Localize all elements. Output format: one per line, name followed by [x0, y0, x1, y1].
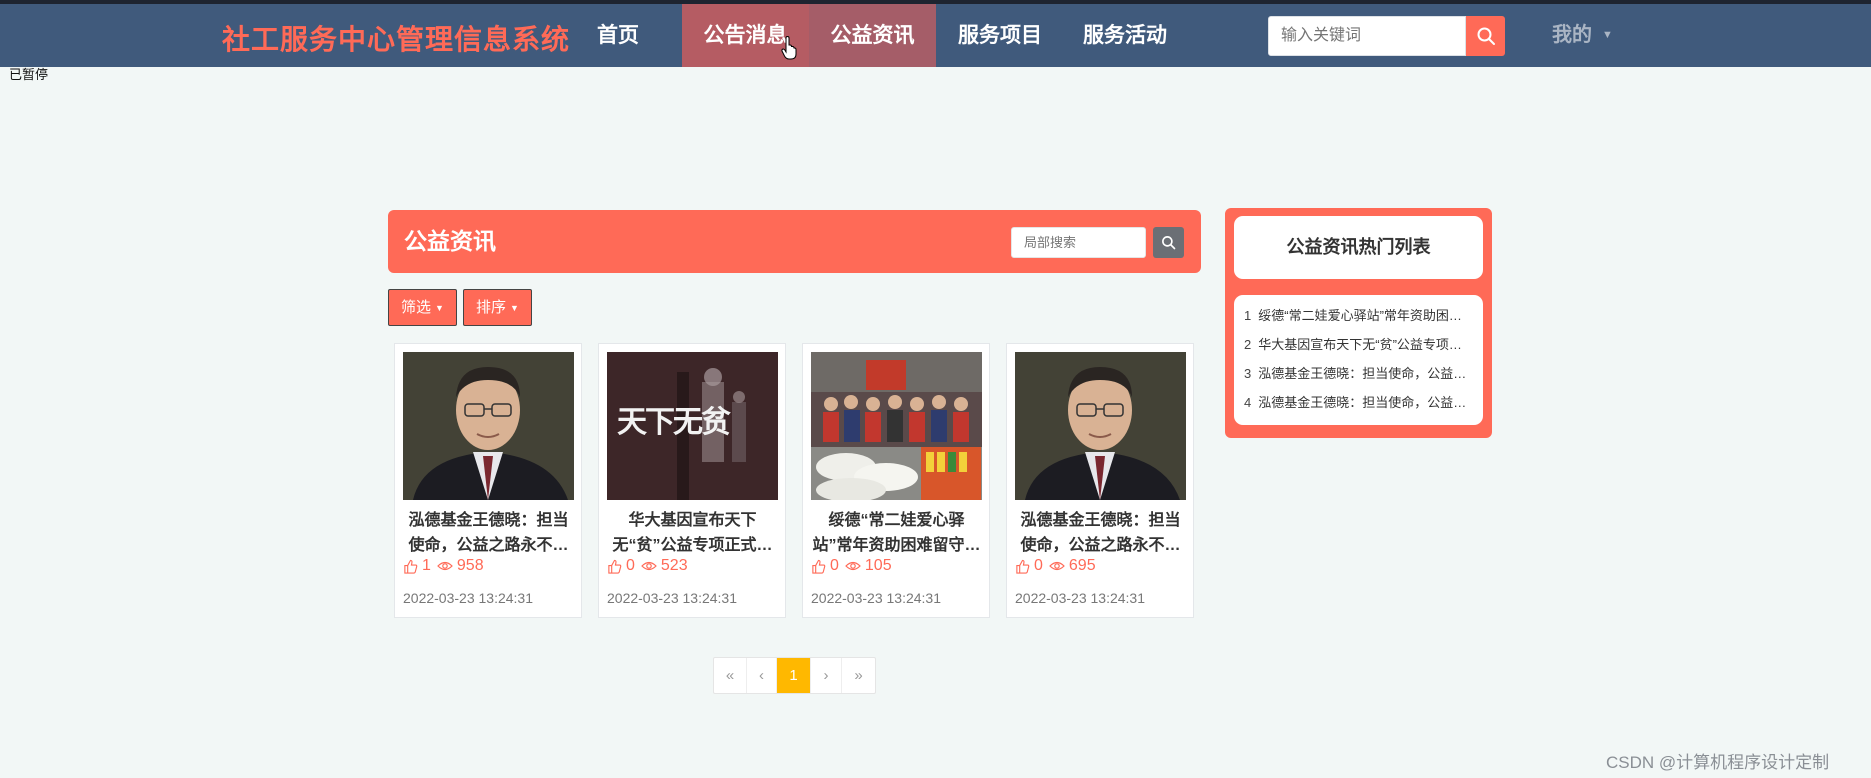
nav-item-service-activities[interactable]: 服务活动	[1075, 4, 1175, 67]
pagination: « ‹ 1 › »	[713, 657, 876, 694]
hot-list-item-label: 泓德基金王德晓：担当使命，公益之路永不停歇	[1258, 395, 1483, 410]
poster-text: 天下无贫	[617, 405, 731, 440]
view-count: 695	[1068, 557, 1096, 574]
mine-dropdown[interactable]: 我的 ▼	[1552, 4, 1613, 67]
page-prev-button[interactable]: ‹	[747, 658, 777, 693]
hot-list-item-label: 泓德基金王德晓：担当使命，公益之路永不停歇	[1258, 366, 1483, 381]
top-navbar: 社工服务中心管理信息系统 首页 公告消息 公益资讯 服务项目 服务活动 我的▼	[0, 4, 1871, 67]
panel-header: 公益资讯	[388, 210, 1201, 273]
eye-icon	[437, 561, 453, 571]
hot-list-item[interactable]: 3 泓德基金王德晓：担当使命，公益之路永不停歇	[1234, 359, 1483, 388]
hot-list-item[interactable]: 2 华大基因宣布天下无“贫”公益专项正式启动	[1234, 330, 1483, 359]
news-thumbnail[interactable]	[403, 352, 574, 500]
sort-label: 排序	[476, 299, 507, 316]
news-stats: 1 958	[403, 557, 484, 575]
chevron-down-icon: ▼	[435, 302, 444, 313]
hot-list-item-number: 2	[1244, 337, 1252, 352]
hot-list: 1 绥德“常二娃爱心驿站”常年资助困难留守儿童 2 华大基因宣布天下无“贫”公益专项…	[1234, 295, 1483, 425]
nav-item-home[interactable]: 首页	[578, 4, 658, 67]
eye-icon	[1049, 561, 1065, 571]
page-title: 公益资讯	[404, 228, 496, 254]
thumbs-up-icon[interactable]	[607, 559, 622, 574]
news-card[interactable]: 泓德基金王德晓：担当使命，公益之路永不停歇 1 958 2022-03-23 1…	[394, 343, 582, 618]
news-title[interactable]: 泓德基金王德晓：担当使命，公益之路永不停歇	[1015, 508, 1186, 558]
page-number-current[interactable]: 1	[777, 658, 811, 693]
hot-list-item-number: 4	[1244, 395, 1252, 410]
news-thumbnail[interactable]	[811, 352, 982, 500]
chevron-down-icon: ▼	[510, 302, 519, 313]
filter-dropdown-button[interactable]: 筛选 ▼	[388, 289, 457, 326]
paused-label: 已暂停	[9, 67, 49, 82]
chevron-down-icon: ▼	[1602, 29, 1613, 42]
view-count: 105	[864, 557, 892, 574]
like-count: 0	[830, 557, 839, 574]
portrait-image	[403, 352, 574, 500]
thumbs-up-icon[interactable]	[811, 559, 826, 574]
hot-list-item[interactable]: 1 绥德“常二娃爱心驿站”常年资助困难留守儿童	[1234, 301, 1483, 330]
like-count: 0	[626, 557, 635, 574]
hand-pointer-cursor-icon	[781, 36, 797, 60]
hot-list-item-number: 3	[1244, 366, 1252, 381]
page-next-button[interactable]: ›	[811, 658, 842, 693]
thumbs-up-icon[interactable]	[1015, 559, 1030, 574]
nav-item-charity-news[interactable]: 公益资讯	[809, 4, 936, 67]
news-date: 2022-03-23 13:24:31	[811, 590, 941, 606]
brand-title[interactable]: 社工服务中心管理信息系统	[222, 18, 570, 58]
like-count: 0	[1034, 557, 1043, 574]
eye-icon	[845, 561, 861, 571]
hot-list-item-label: 华大基因宣布天下无“贫”公益专项正式启动	[1258, 337, 1483, 352]
hot-list-item[interactable]: 4 泓德基金王德晓：担当使命，公益之路永不停歇	[1234, 388, 1483, 417]
news-date: 2022-03-23 13:24:31	[403, 590, 533, 606]
mine-label: 我的	[1552, 24, 1592, 46]
news-title[interactable]: 泓德基金王德晓：担当使命，公益之路永不停歇	[403, 508, 574, 558]
news-stats: 0 105	[811, 557, 892, 575]
search-icon	[1477, 27, 1495, 45]
hot-list-title: 公益资讯热门列表	[1234, 216, 1483, 279]
local-search-input[interactable]	[1011, 227, 1146, 258]
page-last-button[interactable]: »	[842, 658, 875, 693]
csdn-watermark: CSDN @计算机程序设计定制	[1606, 753, 1830, 772]
news-date: 2022-03-23 13:24:31	[607, 590, 737, 606]
news-card[interactable]: 泓德基金王德晓：担当使命，公益之路永不停歇 0 695 2022-03-23 1…	[1006, 343, 1194, 618]
local-search-button[interactable]	[1153, 227, 1184, 258]
news-title[interactable]: 华大基因宣布天下无“贫”公益专项正式启动	[607, 508, 778, 558]
news-card[interactable]: 绥德“常二娃爱心驿站”常年资助困难留守儿童 0 105 2022-03-23 1…	[802, 343, 990, 618]
sort-dropdown-button[interactable]: 排序 ▼	[463, 289, 532, 326]
hot-list-panel: 公益资讯热门列表 1 绥德“常二娃爱心驿站”常年资助困难留守儿童 2 华大基因宣布天…	[1225, 208, 1492, 438]
news-card[interactable]: 天下无贫 华大基因宣布天下无“贫”公益专项正式启动 0 523 2022-03-…	[598, 343, 786, 618]
portrait-image	[1015, 352, 1186, 500]
hot-list-item-label: 绥德“常二娃爱心驿站”常年资助困难留守儿童	[1258, 308, 1483, 323]
keyword-search-button[interactable]	[1466, 16, 1505, 56]
like-count: 1	[422, 557, 431, 574]
keyword-search-input[interactable]	[1268, 16, 1466, 56]
view-count: 523	[660, 557, 688, 574]
news-thumbnail[interactable]: 天下无贫	[607, 352, 778, 500]
thumbs-up-icon[interactable]	[403, 559, 418, 574]
news-date: 2022-03-23 13:24:31	[1015, 590, 1145, 606]
crowd-photo-image	[811, 352, 982, 500]
search-icon	[1162, 236, 1176, 250]
news-stats: 0 695	[1015, 557, 1096, 575]
nav-item-service-projects[interactable]: 服务项目	[950, 4, 1050, 67]
filter-label: 筛选	[401, 299, 432, 316]
news-title[interactable]: 绥德“常二娃爱心驿站”常年资助困难留守儿童	[811, 508, 982, 558]
view-count: 958	[456, 557, 484, 574]
news-stats: 0 523	[607, 557, 688, 575]
eye-icon	[641, 561, 657, 571]
news-thumbnail[interactable]	[1015, 352, 1186, 500]
hot-list-item-number: 1	[1244, 308, 1252, 323]
page-first-button[interactable]: «	[714, 658, 747, 693]
